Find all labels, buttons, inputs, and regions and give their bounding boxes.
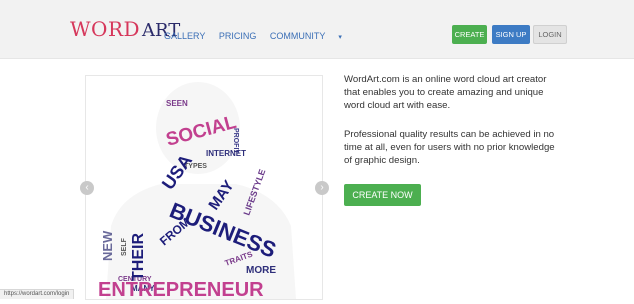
nav-gallery-link[interactable]: GALLERY	[164, 31, 205, 41]
cloud-word-seen: SEEN	[166, 99, 188, 108]
cloud-word-internet: INTERNET	[206, 149, 246, 158]
create-now-button[interactable]: CREATE NOW	[344, 184, 421, 206]
nav-links: GALLERY PRICING COMMUNITY ▾	[164, 31, 364, 41]
word-cloud-image: SEEN PROFIT TYPES INTERNET LIFESTYLE TRA…	[98, 82, 296, 301]
cloud-word-new: NEW	[100, 230, 115, 261]
chevron-down-icon: ▾	[338, 34, 342, 41]
cloud-word-self: SELF	[121, 237, 128, 256]
nav-community-link[interactable]: COMMUNITY ▾	[270, 31, 353, 41]
carousel-prev-arrow-icon[interactable]: ‹	[80, 181, 94, 195]
cloud-word-entrepreneur: ENTREPRENEUR	[98, 279, 264, 299]
word-cloud-carousel: SEEN PROFIT TYPES INTERNET LIFESTYLE TRA…	[85, 75, 323, 301]
login-button[interactable]: LOGIN	[533, 25, 567, 44]
cloud-word-more: MORE	[246, 265, 276, 276]
top-navbar: WORD ART GALLERY PRICING COMMUNITY ▾ CREAT…	[0, 0, 634, 59]
hero-description-secondary: Professional quality results can be achi…	[344, 129, 555, 166]
carousel-next-arrow-icon[interactable]: ›	[315, 181, 329, 195]
sign-up-button[interactable]: SIGN UP	[492, 25, 530, 44]
hero-description: WordArt.com is an online word cloud art …	[344, 74, 547, 111]
nav-community-label: COMMUNITY	[269, 31, 326, 41]
create-button[interactable]: CREATE	[452, 25, 487, 44]
nav-pricing-link[interactable]: PRICING	[219, 31, 257, 41]
logo-word: WORD	[70, 17, 141, 41]
cloud-word-their: THEIR	[130, 233, 147, 281]
